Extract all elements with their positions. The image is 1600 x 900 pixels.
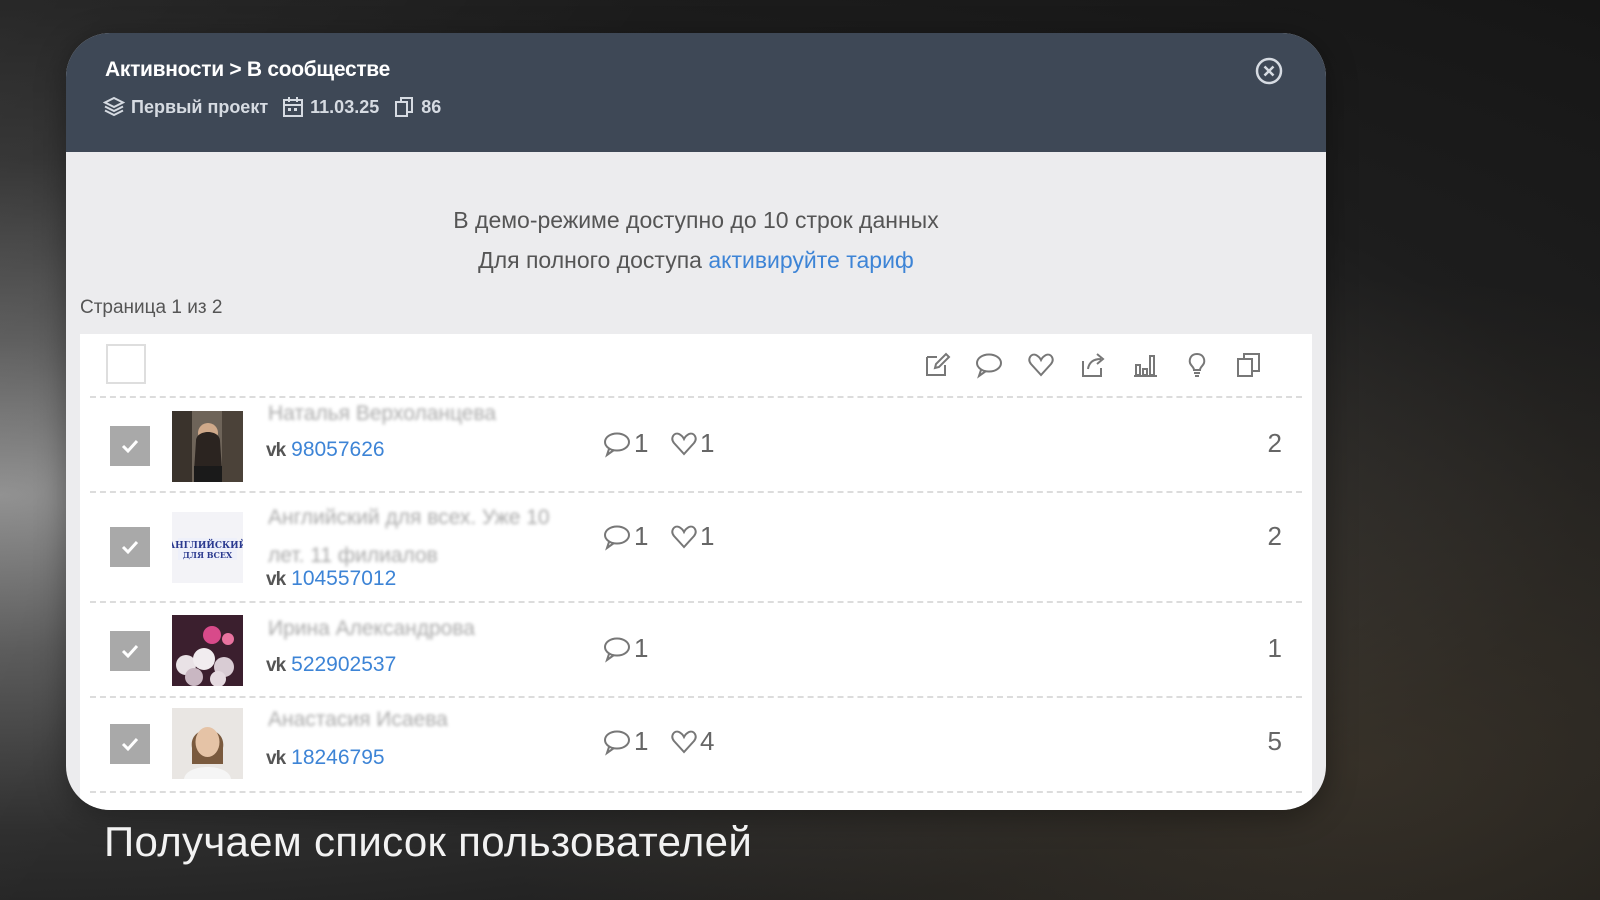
date-value: 11.03.25 xyxy=(310,96,380,117)
bar-chart-icon[interactable] xyxy=(1130,350,1160,380)
date-meta: 11.03.25 xyxy=(282,96,379,118)
activity-modal: Активности > В сообществе Первый проект … xyxy=(66,33,1326,810)
table-row: АНГЛИЙСКИЙДЛЯ ВСЕХ Английский для всех. … xyxy=(90,493,1302,603)
vk-icon: vk xyxy=(266,569,286,590)
demo-notice-prefix: Для полного доступа xyxy=(478,247,709,273)
copy-icon xyxy=(393,96,415,118)
copy-icon[interactable] xyxy=(1234,350,1264,380)
page-indicator: Страница 1 из 2 xyxy=(80,297,223,318)
user-name: Ирина Александрова xyxy=(268,617,475,640)
post-count: 86 xyxy=(421,96,442,117)
row-checkbox[interactable] xyxy=(110,527,150,567)
user-link: vk 98057626 xyxy=(266,438,385,462)
demo-notice-line1: В демо-режиме доступно до 10 строк данны… xyxy=(453,207,939,233)
comments-count: 1 xyxy=(602,428,648,459)
likes-value: 1 xyxy=(700,428,715,458)
table-row: Ирина Александрова vk 522902537 1 1 xyxy=(90,603,1302,698)
row-total: 5 xyxy=(1267,726,1282,756)
demo-notice-line2: Для полного доступа активируйте тариф xyxy=(66,240,1326,280)
close-icon xyxy=(1255,57,1283,85)
user-id-link[interactable]: 18246795 xyxy=(291,746,384,770)
edit-icon[interactable] xyxy=(922,350,952,380)
vk-icon: vk xyxy=(266,748,286,769)
avatar: АНГЛИЙСКИЙДЛЯ ВСЕХ xyxy=(172,512,243,583)
project-meta: Первый проект xyxy=(103,96,268,118)
user-link: vk 18246795 xyxy=(266,746,385,770)
heart-icon xyxy=(671,432,697,455)
avatar xyxy=(172,708,243,779)
table-row: Наталья Верхоланцева vk 98057626 1 1 2 xyxy=(90,398,1302,493)
comments-value: 1 xyxy=(634,726,649,756)
heart-icon[interactable] xyxy=(1026,350,1056,380)
user-id-link[interactable]: 104557012 xyxy=(291,567,396,591)
calendar-icon xyxy=(282,96,304,118)
table-toolbar xyxy=(90,334,1302,398)
comment-icon xyxy=(604,525,630,551)
users-table: Наталья Верхоланцева vk 98057626 1 1 2 А… xyxy=(80,334,1312,810)
row-total: 2 xyxy=(1267,428,1282,458)
vk-icon: vk xyxy=(266,655,286,676)
count-meta: 86 xyxy=(393,96,441,118)
comments-count: 1 xyxy=(602,633,648,664)
check-icon xyxy=(121,644,139,659)
user-id-link[interactable]: 98057626 xyxy=(291,438,384,462)
row-checkbox[interactable] xyxy=(110,631,150,671)
row-checkbox[interactable] xyxy=(110,426,150,466)
user-id-link[interactable]: 522902537 xyxy=(291,653,396,677)
likes-count: 1 xyxy=(670,428,714,459)
comment-icon xyxy=(604,730,630,756)
check-icon xyxy=(121,737,139,752)
table-row: Анастасия Исаева vk 18246795 1 4 5 xyxy=(90,698,1302,793)
likes-count: 4 xyxy=(670,726,714,757)
check-icon xyxy=(121,540,139,555)
avatar xyxy=(172,615,243,686)
toolbar-icons xyxy=(922,350,1264,380)
row-total: 1 xyxy=(1267,633,1282,663)
comment-icon xyxy=(604,637,630,663)
row-checkbox[interactable] xyxy=(110,724,150,764)
check-icon xyxy=(121,439,139,454)
share-icon[interactable] xyxy=(1078,350,1108,380)
svg-text:ДЛЯ ВСЕХ: ДЛЯ ВСЕХ xyxy=(183,550,233,560)
comment-icon[interactable] xyxy=(974,350,1004,380)
comments-count: 1 xyxy=(602,726,648,757)
modal-title: Активности > В сообществе xyxy=(105,58,391,81)
slide-caption: Получаем список пользователей xyxy=(104,818,753,865)
project-name: Первый проект xyxy=(131,96,269,117)
user-name: Наталья Верхоланцева xyxy=(268,402,497,425)
close-button[interactable] xyxy=(1255,57,1283,85)
comments-value: 1 xyxy=(634,633,649,663)
comments-value: 1 xyxy=(634,521,649,551)
likes-count: 1 xyxy=(670,521,714,552)
user-name: Анастасия Исаева xyxy=(268,708,448,731)
likes-value: 1 xyxy=(700,521,715,551)
comment-icon xyxy=(604,432,630,458)
user-link: vk 104557012 xyxy=(266,567,396,591)
comments-count: 1 xyxy=(602,521,648,552)
modal-meta: Первый проект 11.03.25 86 xyxy=(103,96,441,118)
avatar xyxy=(172,411,243,482)
lightbulb-icon[interactable] xyxy=(1182,350,1212,380)
select-all-checkbox[interactable] xyxy=(106,344,146,384)
user-name: Английский для всех. Уже 10 лет. 11 фили… xyxy=(268,506,550,567)
heart-icon xyxy=(671,525,697,548)
user-link: vk 522902537 xyxy=(266,653,396,677)
comments-value: 1 xyxy=(634,428,649,458)
vk-icon: vk xyxy=(266,440,286,461)
activate-tariff-link[interactable]: активируйте тариф xyxy=(708,247,914,273)
layers-icon xyxy=(103,96,125,118)
modal-header: Активности > В сообществе Первый проект … xyxy=(66,33,1326,152)
demo-notice: В демо-режиме доступно до 10 строк данны… xyxy=(66,200,1326,280)
heart-icon xyxy=(671,730,697,753)
likes-value: 4 xyxy=(700,726,715,756)
row-total: 2 xyxy=(1267,521,1282,551)
